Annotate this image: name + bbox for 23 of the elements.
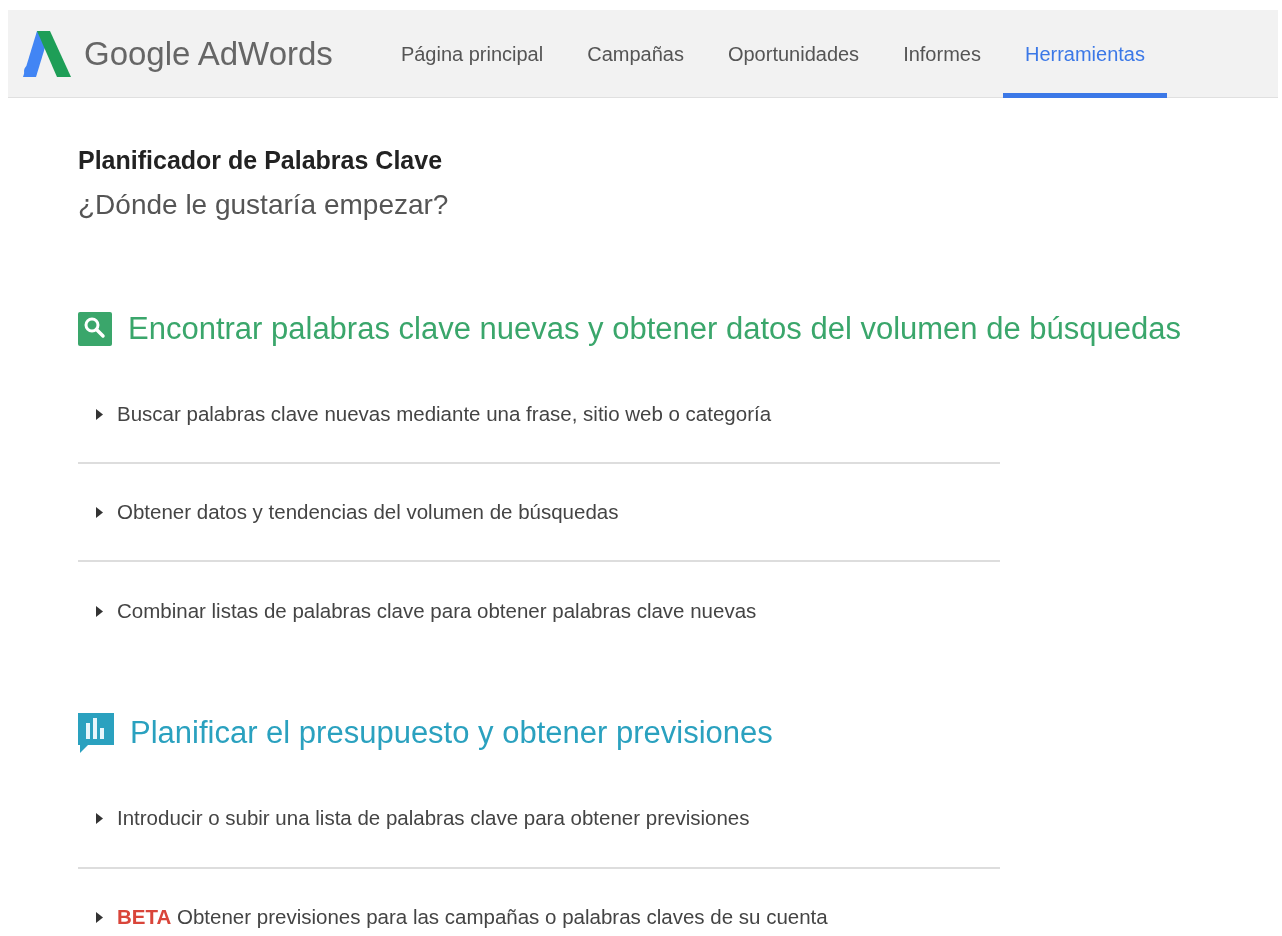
nav-tab[interactable]: Informes [881, 9, 1003, 98]
option-link[interactable]: Buscar palabras clave nuevas mediante una frase, sitio web o categoría [117, 398, 772, 430]
nav-tab[interactable]: Campañas [565, 9, 706, 98]
page-subtitle: ¿Dónde le gustaría empezar? [78, 187, 450, 222]
expand-arrow-icon[interactable] [96, 605, 103, 617]
option-link[interactable]: Obtener datos y tendencias del volumen de búsquedas [117, 496, 619, 528]
expand-arrow-icon[interactable] [96, 912, 103, 923]
option-link[interactable]: BETA Obtener previsiones para las campañas o palabras claves de su cuenta [117, 902, 828, 933]
expand-arrow-icon[interactable] [96, 408, 103, 420]
expand-arrow-icon[interactable] [96, 506, 103, 518]
logo-icon [22, 28, 72, 79]
nav-tab[interactable]: Herramientas [1002, 9, 1167, 98]
option-link[interactable]: Introducir o subir una lista de palabras clave para obtener previsiones [117, 803, 750, 834]
page-title: Planificador de Palabras Clave [78, 145, 444, 176]
section-heading: Encontrar palabras clave nuevas y obtener datos del volumen de búsquedas [128, 309, 1181, 348]
section-heading: Planificar el presupuesto y obtener previsiones [130, 714, 773, 752]
nav-tab[interactable]: Página principal [378, 9, 566, 98]
search-icon [78, 311, 112, 346]
option-link[interactable]: Combinar listas de palabras clave para obtener palabras clave nuevas [117, 595, 757, 627]
expand-arrow-icon[interactable] [96, 813, 103, 824]
nav-tab[interactable]: Oportunidades [705, 9, 882, 98]
bar-chart-icon [78, 713, 114, 754]
logo-text: Google AdWords [84, 33, 333, 74]
